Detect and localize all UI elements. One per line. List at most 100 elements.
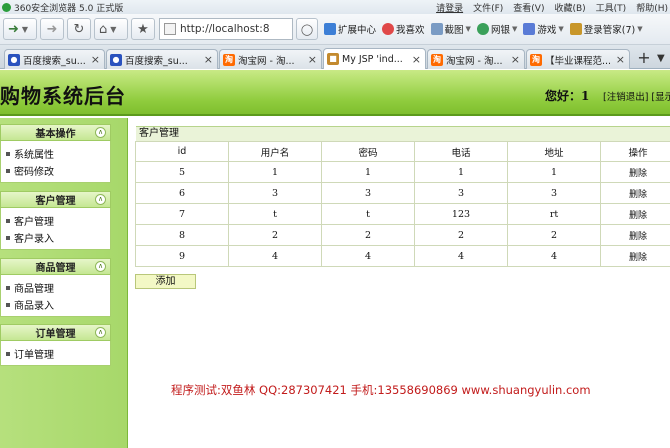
collapse-icon[interactable]: ∧ [95, 327, 106, 338]
item-label: 系统属性 [14, 150, 54, 161]
cell-action: 删除 [600, 245, 670, 267]
group-title: 客户管理 [35, 196, 76, 207]
new-tab-button[interactable]: + [633, 49, 655, 69]
tab-baidu-1[interactable]: ● 百度搜索_su... × [4, 49, 105, 69]
screenshot-button[interactable]: 截图 ▼ [430, 22, 471, 36]
sidebar-item-customer-add[interactable]: 客户录入 [1, 229, 110, 246]
cell-id: 7 [135, 203, 229, 225]
close-icon[interactable]: × [308, 53, 317, 66]
cell-address: 1 [507, 161, 601, 183]
cell-password: 4 [321, 245, 415, 267]
paw-icon: ● [8, 53, 20, 66]
item-label: 订单管理 [14, 350, 54, 361]
delete-link[interactable]: 删除 [629, 232, 647, 242]
sidebar-group-header[interactable]: 商品管理 ∧ [0, 258, 111, 275]
delete-link[interactable]: 删除 [629, 169, 647, 179]
item-label: 密码修改 [14, 167, 54, 178]
close-icon[interactable]: × [204, 53, 213, 66]
tab-taobao-1[interactable]: 淘 淘宝网 - 淘... × [219, 49, 322, 69]
screenshot-label: 截图 [444, 25, 464, 36]
tab-baidu-2[interactable]: ● 百度搜索_su... × [106, 49, 218, 69]
online-banking-button[interactable]: 网银 ▼ [476, 22, 517, 36]
cell-password: 1 [321, 161, 415, 183]
collapse-icon[interactable]: ∧ [95, 127, 106, 138]
tab-label: 百度搜索_su... [23, 55, 86, 67]
refresh-icon: ↻ [73, 21, 85, 37]
bullet-icon [6, 302, 10, 307]
cell-phone: 1 [414, 161, 508, 183]
menu-tools[interactable]: 工具(T) [596, 1, 627, 14]
main-content: 客户管理 id 用户名 密码 电话 地址 操作 5 1 1 1 1 删除 6 3… [129, 118, 670, 448]
close-icon[interactable]: × [616, 53, 625, 66]
sidebar-group-header[interactable]: 客户管理 ∧ [0, 191, 111, 208]
favorite-star-button[interactable]: ★ [131, 18, 155, 40]
user-greeting: 您好：1 [545, 89, 590, 103]
cell-action: 删除 [600, 182, 670, 204]
sidebar-item-product-manage[interactable]: 商品管理 [1, 279, 110, 296]
address-text: http://localhost:8 [180, 23, 270, 35]
refresh-button[interactable]: ↻ [67, 18, 91, 40]
sidebar-group-header[interactable]: 基本操作 ∧ [0, 124, 111, 141]
tab-label: 百度搜索_su... [125, 55, 188, 67]
item-label: 商品管理 [14, 284, 54, 295]
favorites-like-button[interactable]: 我喜欢 [382, 22, 425, 36]
cell-phone: 2 [414, 224, 508, 246]
delete-link[interactable]: 删除 [629, 190, 647, 200]
delete-link[interactable]: 删除 [629, 253, 647, 263]
header-links[interactable]: [注销退出] [显示 [603, 89, 670, 103]
close-icon[interactable]: × [511, 53, 520, 66]
sidebar-item-product-add[interactable]: 商品录入 [1, 296, 110, 313]
table-row: 8 2 2 2 2 删除 [135, 224, 670, 246]
sidebar-item-change-password[interactable]: 密码修改 [1, 162, 110, 179]
panel-title: 客户管理 [136, 126, 670, 141]
jsp-page-icon: ■ [327, 53, 339, 65]
browser-nav-bar: ➜ ▼ ➜ ↻ ⌂ ▼ ★ http://localhost:8 ◯ 扩展中心 我喜… [0, 14, 670, 45]
browser-title-bar: 360安全浏览器 5.0 正式版 请登录 文件(F) 查看(V) 收藏(B) 工… [0, 0, 670, 14]
browser-menu: 请登录 文件(F) 查看(V) 收藏(B) 工具(T) 帮助(H) [436, 1, 668, 14]
add-customer-button[interactable]: 添加 [135, 274, 196, 289]
close-icon[interactable]: × [91, 53, 100, 66]
cell-id: 6 [135, 182, 229, 204]
login-link[interactable]: 请登录 [436, 1, 463, 14]
forward-button[interactable]: ➜ [40, 18, 64, 40]
address-bar[interactable]: http://localhost:8 [159, 18, 293, 40]
page-icon [164, 23, 176, 35]
column-header-phone: 电话 [414, 141, 508, 162]
menu-file[interactable]: 文件(F) [473, 1, 503, 14]
sidebar-item-order-manage[interactable]: 订单管理 [1, 345, 110, 362]
tab-jsp-index[interactable]: ■ My JSP 'ind... × [323, 48, 426, 69]
bullet-icon [6, 151, 10, 156]
chevron-down-icon: ▼ [637, 25, 643, 33]
browser-tab-bar: ● 百度搜索_su... × ● 百度搜索_su... × 淘 淘宝网 - 淘.… [0, 45, 670, 69]
star-icon: ★ [137, 21, 149, 37]
menu-view[interactable]: 查看(V) [513, 1, 544, 14]
sidebar-item-system-properties[interactable]: 系统属性 [1, 145, 110, 162]
item-label: 客户管理 [14, 217, 54, 228]
tab-list-chevron-icon[interactable]: ▼ [657, 49, 670, 69]
games-button[interactable]: 游戏 ▼ [523, 22, 564, 36]
delete-link[interactable]: 删除 [629, 211, 647, 221]
menu-favorites[interactable]: 收藏(B) [554, 1, 585, 14]
tab-taobao-2[interactable]: 淘 淘宝网 - 淘... × [427, 49, 525, 69]
menu-help[interactable]: 帮助(H) [636, 1, 668, 14]
tab-course[interactable]: 淘 【毕业课程范... × [526, 49, 630, 69]
cell-password: 3 [321, 182, 415, 204]
security-shield-button[interactable]: ◯ [296, 18, 318, 40]
close-icon[interactable]: × [412, 53, 421, 66]
sidebar-item-customer-manage[interactable]: 客户管理 [1, 212, 110, 229]
sidebar-group-header[interactable]: 订单管理 ∧ [0, 324, 111, 341]
cell-id: 5 [135, 161, 229, 183]
login-manager-button[interactable]: 登录管家(7) ▼ [569, 22, 643, 36]
sidebar-group-orders: 订单管理 ∧ 订单管理 [0, 324, 111, 366]
games-label: 游戏 [537, 25, 557, 36]
cell-id: 9 [135, 245, 229, 267]
taobao-icon: 淘 [431, 53, 443, 66]
collapse-icon[interactable]: ∧ [95, 261, 106, 272]
page-title: 购物系统后台 [0, 84, 126, 108]
cell-id: 8 [135, 224, 229, 246]
back-button[interactable]: ➜ ▼ [3, 18, 37, 40]
extension-center-button[interactable]: 扩展中心 [324, 22, 376, 36]
home-button[interactable]: ⌂ ▼ [94, 18, 128, 40]
collapse-icon[interactable]: ∧ [95, 194, 106, 205]
extension-label: 扩展中心 [338, 25, 377, 36]
